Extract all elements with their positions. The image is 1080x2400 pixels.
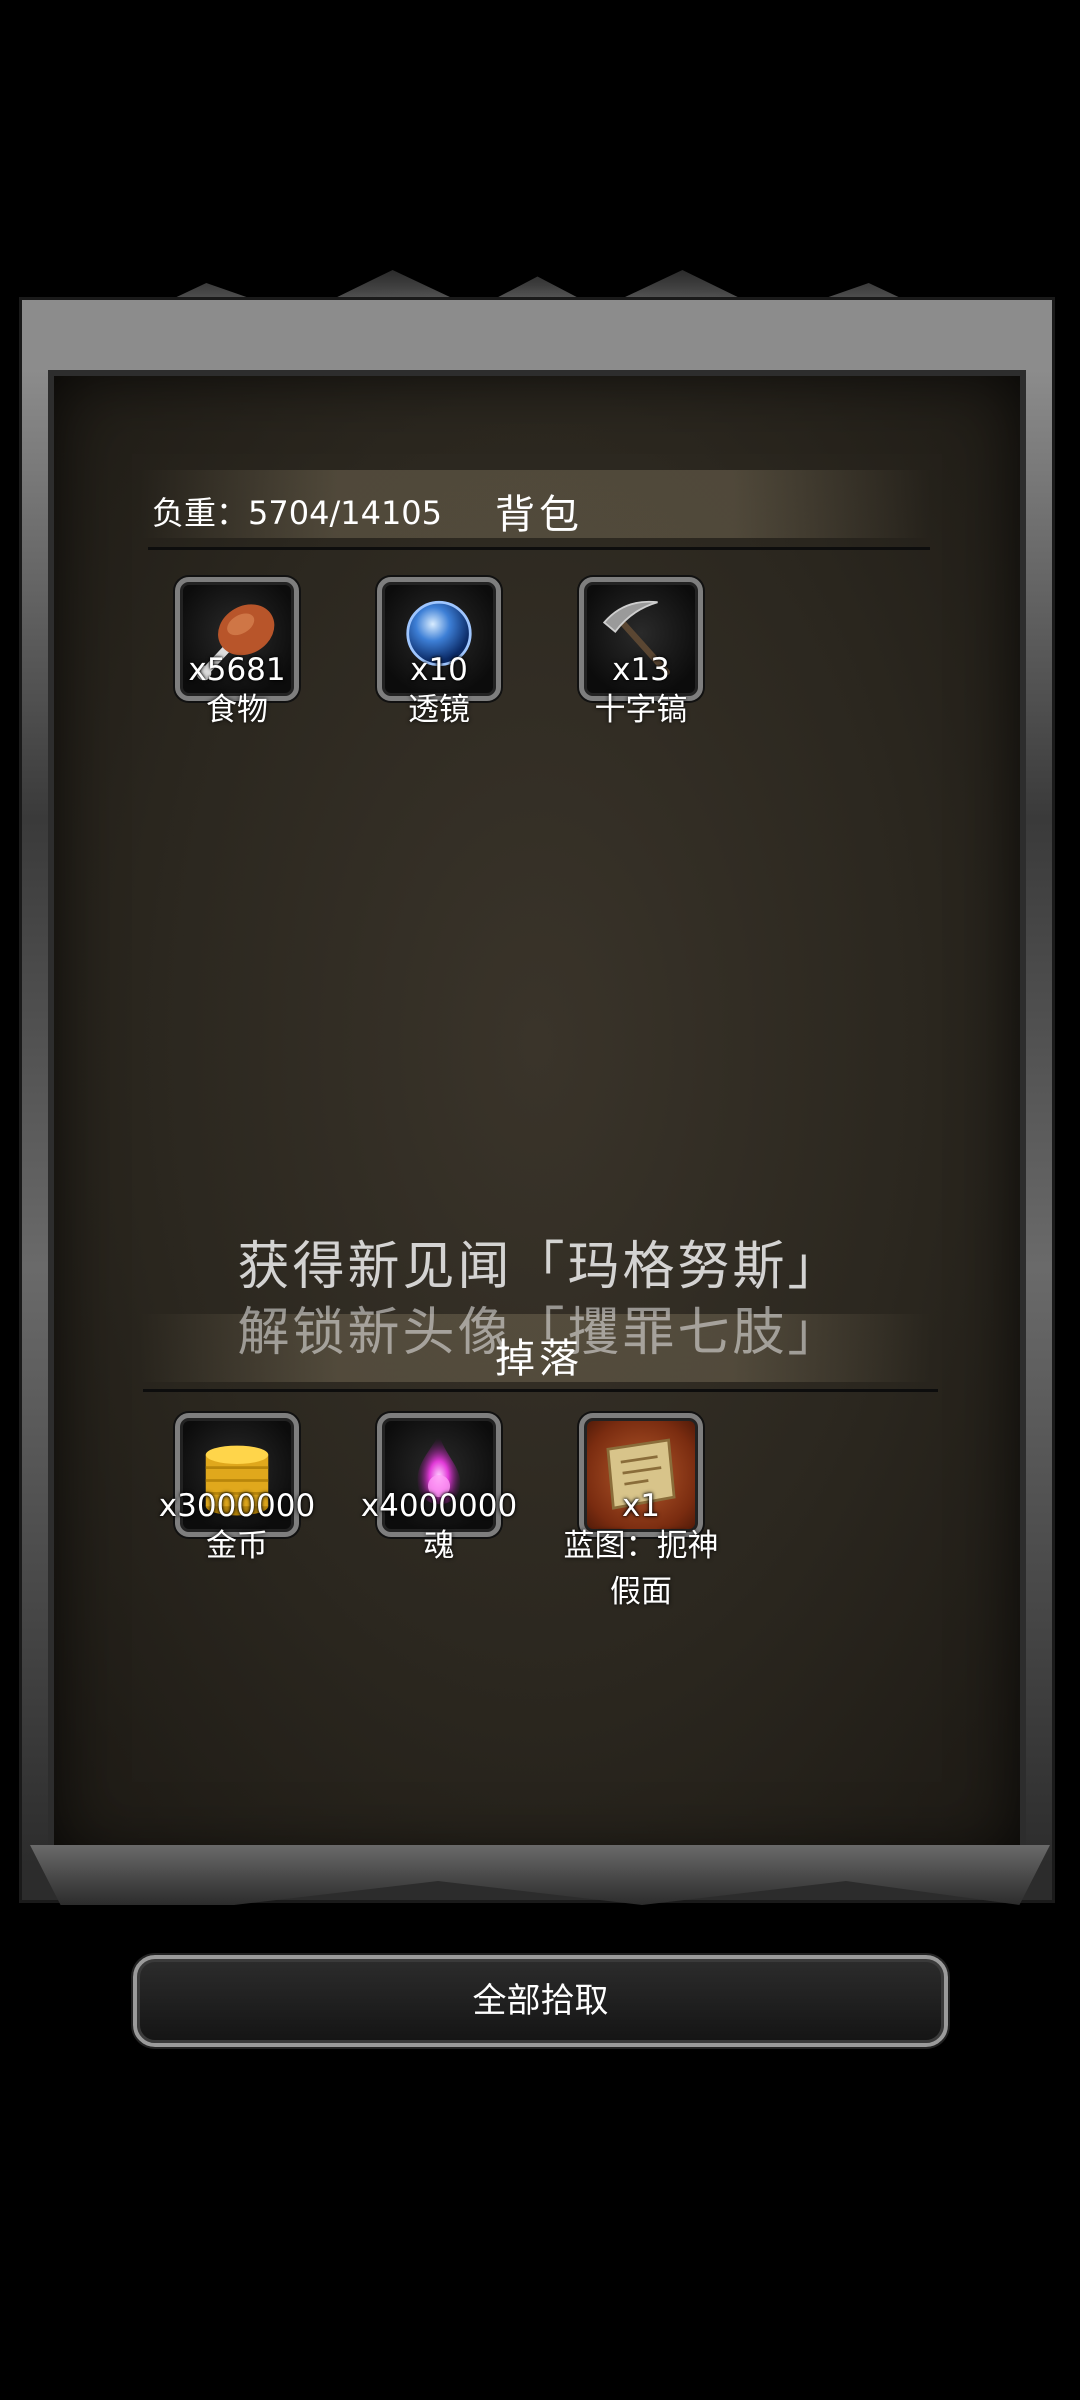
item-count: x4000000 (360, 1488, 518, 1524)
item-name: 透镜 (408, 692, 470, 728)
backpack-divider (148, 547, 930, 550)
notification-lore: 获得新见闻「玛格努斯」 (237, 1237, 843, 1297)
item-name: 魂 (423, 1528, 455, 1564)
item-count: x10 (410, 652, 468, 688)
drops-divider (143, 1389, 938, 1392)
item-name: 金币 (206, 1528, 268, 1564)
item-count: x3000000 (158, 1488, 316, 1524)
item-count: x1 (621, 1488, 661, 1524)
pickup-all-button[interactable]: 全部拾取 (133, 1955, 948, 2047)
item-count: x5681 (188, 652, 286, 688)
inventory-panel (22, 300, 1052, 1900)
item-name: 十字镐 (594, 692, 688, 728)
weight-label: 负重：5704/14105 (152, 494, 443, 532)
item-name-line2: 假面 (610, 1574, 672, 1610)
item-count: x13 (612, 652, 670, 688)
drops-title: 掉落 (495, 1336, 583, 1382)
backpack-title: 背包 (495, 492, 583, 538)
item-name: 蓝图：扼神 (563, 1528, 719, 1564)
item-name: 食物 (206, 692, 268, 728)
